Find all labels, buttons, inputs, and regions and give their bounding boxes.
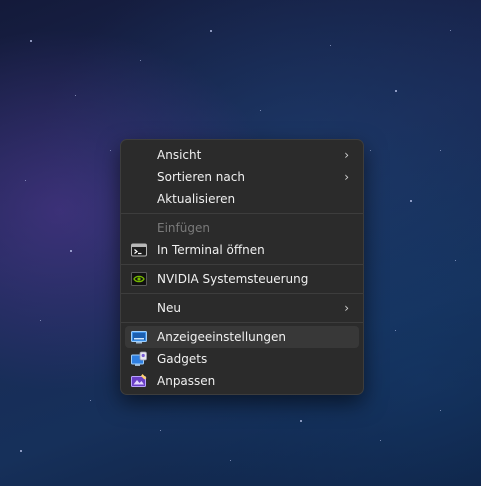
- star: [450, 30, 451, 31]
- star: [300, 420, 302, 422]
- star: [260, 110, 261, 111]
- star: [210, 30, 212, 32]
- star: [395, 90, 397, 92]
- star: [140, 60, 141, 61]
- chevron-right-icon: ›: [344, 148, 349, 162]
- star: [395, 330, 396, 331]
- star: [20, 450, 22, 452]
- nvidia-icon: [131, 272, 147, 286]
- display-settings-icon: [131, 331, 147, 344]
- desktop-context-menu: Ansicht › Sortieren nach › Aktualisieren…: [120, 139, 364, 395]
- menu-item-label: Anzeigeeinstellungen: [157, 330, 286, 344]
- star: [330, 45, 331, 46]
- terminal-icon: [131, 243, 147, 257]
- star: [40, 320, 41, 321]
- star: [440, 410, 441, 411]
- star: [410, 200, 412, 202]
- star: [380, 440, 381, 441]
- menu-item-ansicht[interactable]: Ansicht ›: [125, 144, 359, 166]
- menu-separator: [121, 322, 363, 323]
- menu-item-nvidia-systemsteuerung[interactable]: NVIDIA Systemsteuerung: [125, 268, 359, 290]
- menu-item-aktualisieren[interactable]: Aktualisieren: [125, 188, 359, 210]
- star: [230, 460, 231, 461]
- star: [75, 95, 76, 96]
- menu-item-einfuegen: Einfügen: [125, 217, 359, 239]
- menu-item-in-terminal-oeffnen[interactable]: In Terminal öffnen: [125, 239, 359, 261]
- menu-item-label: Einfügen: [157, 221, 210, 235]
- menu-separator: [121, 213, 363, 214]
- star: [455, 260, 456, 261]
- star: [30, 40, 32, 42]
- menu-item-gadgets[interactable]: Gadgets: [125, 348, 359, 370]
- menu-separator: [121, 293, 363, 294]
- menu-item-label: Aktualisieren: [157, 192, 236, 206]
- star: [370, 150, 371, 151]
- menu-item-label: Gadgets: [157, 352, 208, 366]
- menu-item-sortieren-nach[interactable]: Sortieren nach ›: [125, 166, 359, 188]
- menu-item-anzeigeeinstellungen[interactable]: Anzeigeeinstellungen: [125, 326, 359, 348]
- menu-item-label: NVIDIA Systemsteuerung: [157, 272, 309, 286]
- star: [90, 400, 91, 401]
- menu-item-label: Neu: [157, 301, 181, 315]
- menu-item-label: Anpassen: [157, 374, 216, 388]
- menu-separator: [121, 264, 363, 265]
- menu-item-neu[interactable]: Neu ›: [125, 297, 359, 319]
- menu-item-label: Ansicht: [157, 148, 202, 162]
- menu-item-label: Sortieren nach: [157, 170, 245, 184]
- menu-item-anpassen[interactable]: Anpassen: [125, 370, 359, 392]
- star: [110, 150, 111, 151]
- chevron-right-icon: ›: [344, 301, 349, 315]
- star: [440, 150, 441, 151]
- star: [160, 430, 161, 431]
- gadgets-icon: [131, 351, 147, 366]
- star: [70, 250, 72, 252]
- chevron-right-icon: ›: [344, 170, 349, 184]
- menu-item-label: In Terminal öffnen: [157, 243, 265, 257]
- star: [25, 180, 26, 181]
- personalize-icon: [131, 374, 147, 387]
